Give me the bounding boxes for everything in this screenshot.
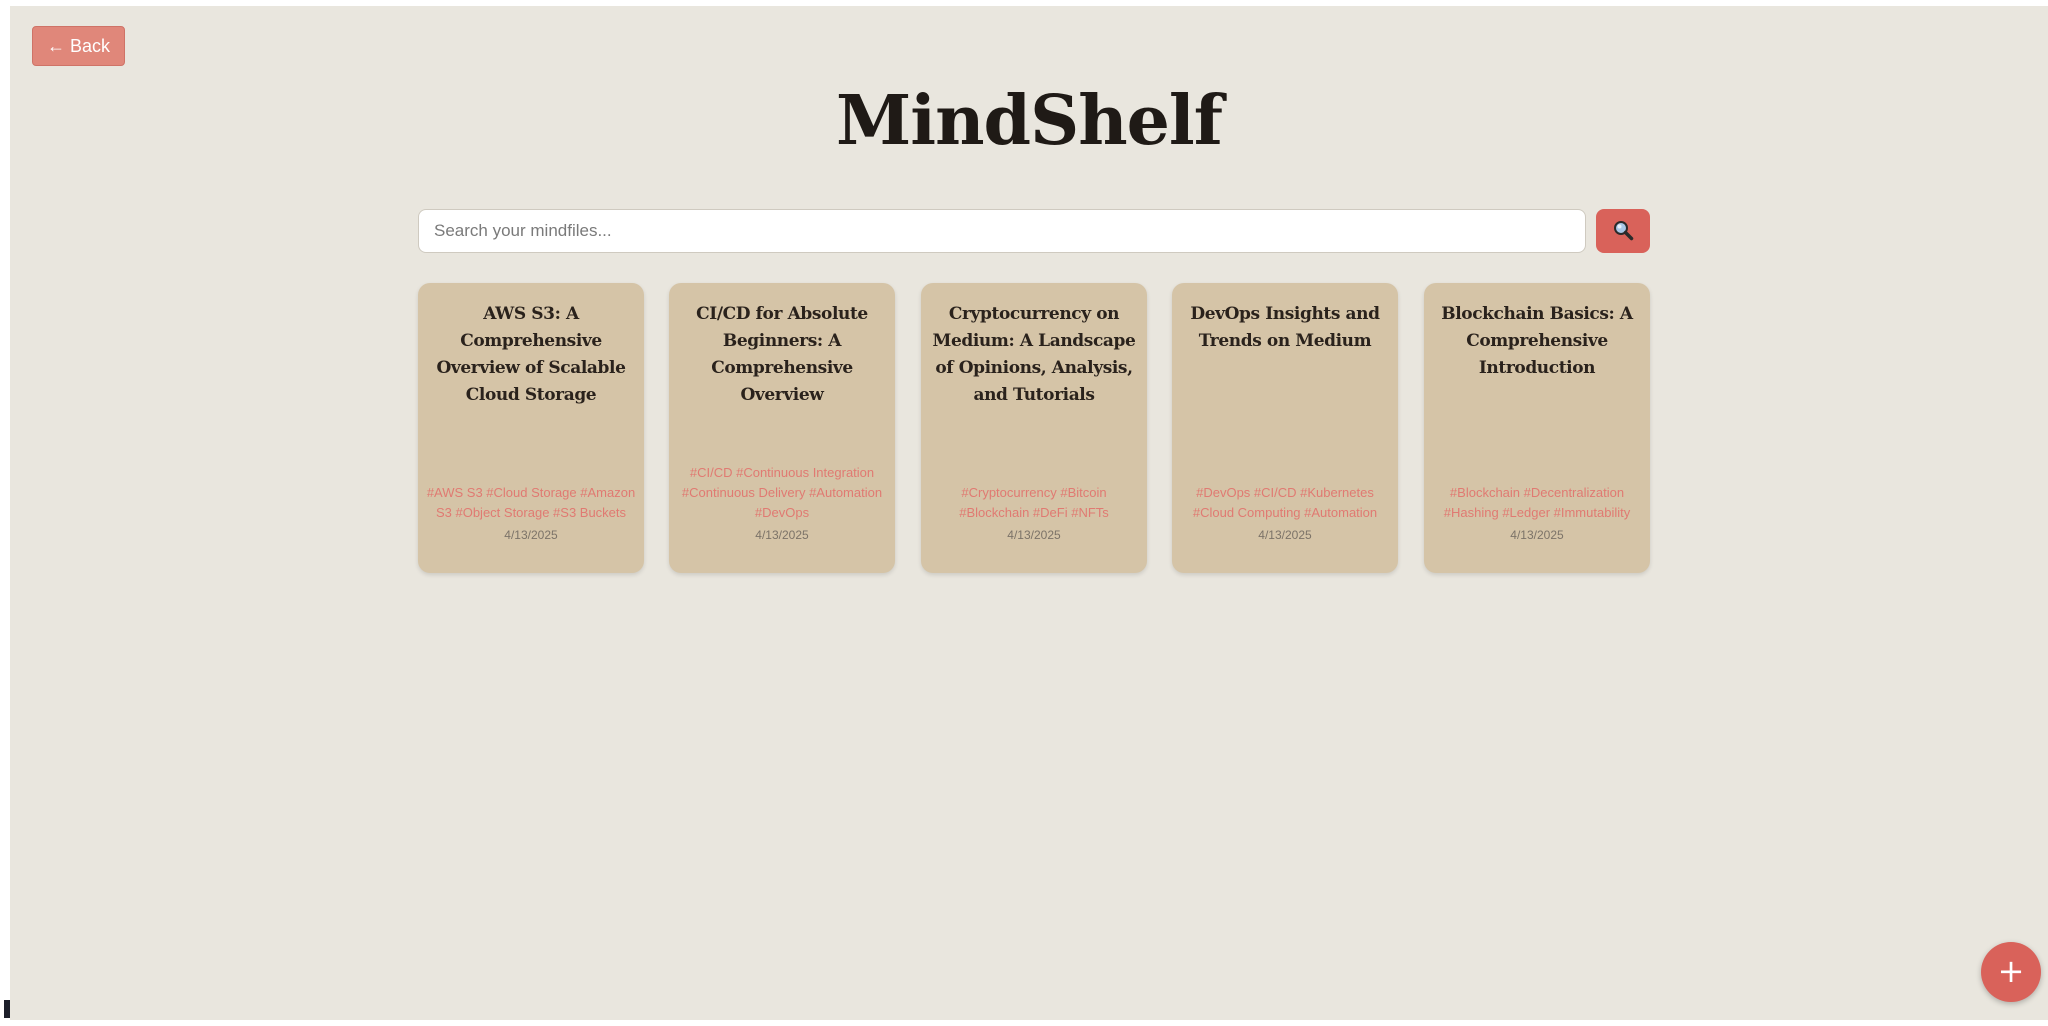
- add-mindfile-button[interactable]: +: [1981, 942, 2041, 1002]
- card-date: 4/13/2025: [1510, 528, 1564, 542]
- mindfile-grid: AWS S3: A Comprehensive Overview of Scal…: [418, 283, 1650, 574]
- card-title: DevOps Insights and Trends on Medium: [1190, 304, 1380, 351]
- magnifier-icon: [1612, 219, 1634, 244]
- mindfile-card[interactable]: CI/CD for Absolute Beginners: A Comprehe…: [669, 283, 895, 573]
- mindfile-card[interactable]: Cryptocurrency on Medium: A Landscape of…: [921, 283, 1147, 573]
- back-button[interactable]: ← Back: [32, 26, 125, 66]
- mindfile-card[interactable]: Blockchain Basics: A Comprehensive Intro…: [1424, 283, 1650, 573]
- card-title: CI/CD for Absolute Beginners: A Comprehe…: [696, 304, 868, 405]
- card-tags: #AWS S3 #Cloud Storage #Amazon S3 #Objec…: [426, 485, 636, 520]
- card-tags: #Cryptocurrency #Bitcoin #Blockchain #De…: [959, 485, 1109, 520]
- search-button[interactable]: [1596, 209, 1650, 253]
- page: ← Back MindShelf AWS S3: A Comprehensive…: [10, 6, 2048, 1020]
- window-edge-marker: [4, 1000, 10, 1018]
- card-tags: #CI/CD #Continuous Integration #Continuo…: [681, 465, 883, 520]
- card-date: 4/13/2025: [755, 528, 809, 542]
- card-title: Cryptocurrency on Medium: A Landscape of…: [932, 304, 1136, 405]
- card-title: Blockchain Basics: A Comprehensive Intro…: [1441, 304, 1633, 378]
- card-date: 4/13/2025: [1258, 528, 1312, 542]
- search-input[interactable]: [418, 209, 1586, 253]
- mindfile-card[interactable]: AWS S3: A Comprehensive Overview of Scal…: [418, 283, 644, 573]
- mindfile-card[interactable]: DevOps Insights and Trends on Medium #De…: [1172, 283, 1398, 573]
- app-title: MindShelf: [836, 81, 1223, 161]
- card-date: 4/13/2025: [504, 528, 558, 542]
- card-date: 4/13/2025: [1007, 528, 1061, 542]
- card-tags: #DevOps #CI/CD #Kubernetes #Cloud Comput…: [1192, 485, 1378, 520]
- card-tags: #Blockchain #Decentralization #Hashing #…: [1443, 485, 1631, 520]
- card-title: AWS S3: A Comprehensive Overview of Scal…: [436, 304, 626, 405]
